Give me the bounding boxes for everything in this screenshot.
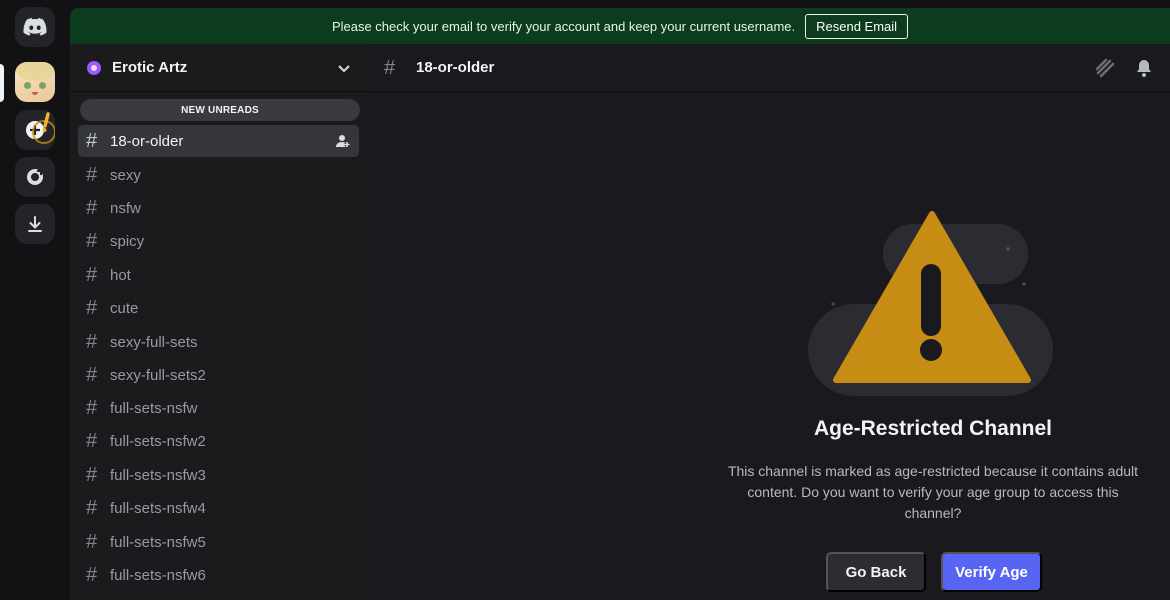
bell-icon[interactable] — [1134, 58, 1154, 78]
channel-label: hot — [110, 266, 131, 284]
server-avatar-erotic-artz[interactable] — [15, 62, 55, 102]
verify-email-banner: Please check your email to verify your a… — [70, 8, 1170, 44]
channel-label: spicy — [110, 232, 145, 250]
channel-hot[interactable]: # hot — [78, 259, 359, 291]
channel-title: 18-or-older — [416, 59, 495, 76]
banner-message: Please check your email to verify your a… — [331, 18, 796, 34]
hash-icon: # — [86, 364, 98, 386]
channel-nsfw[interactable]: # nsfw — [78, 192, 359, 224]
channel-label: cute — [110, 299, 139, 317]
hash-icon: # — [384, 56, 396, 79]
channel-sexy-full-sets[interactable]: # sexy-full-sets — [78, 326, 359, 358]
channel-full-sets-nsfw3[interactable]: # full-sets-nsfw3 — [78, 459, 359, 491]
channel-label: 18-or-older — [110, 132, 184, 150]
verify-age-button[interactable]: Verify Age — [941, 552, 1042, 592]
channel-spicy[interactable]: # spicy — [78, 225, 359, 257]
hash-icon: # — [86, 464, 98, 486]
hash-icon: # — [86, 130, 98, 152]
selected-server-pill — [0, 64, 4, 102]
hash-icon: # — [86, 197, 98, 219]
hash-icon: # — [86, 430, 98, 452]
age-restricted-description: This channel is marked as age-restricted… — [727, 463, 1139, 521]
channel-full-sets-nsfw5[interactable]: # full-sets-nsfw5 — [78, 526, 359, 558]
new-unreads-pill[interactable]: NEW UNREADS — [80, 99, 360, 121]
channel-label: sexy-full-sets — [110, 333, 198, 351]
channel-label: full-sets-nsfw4 — [110, 499, 206, 517]
explore-icon — [27, 169, 43, 185]
channel-header: # 18-or-older — [368, 44, 1170, 92]
age-restricted-title: Age-Restricted Channel — [813, 417, 1053, 440]
channel-sexy-full-sets2[interactable]: # sexy-full-sets2 — [78, 359, 359, 391]
discord-logo-icon — [23, 18, 47, 36]
explore-button[interactable] — [15, 157, 55, 197]
channel-label: sexy — [110, 166, 141, 184]
warning-illustration — [808, 211, 1053, 396]
server-boost-icon — [87, 60, 101, 75]
channel-label: full-sets-nsfw2 — [110, 432, 206, 450]
hash-icon: # — [86, 297, 98, 319]
discord-home-button[interactable] — [15, 7, 55, 47]
hash-icon: # — [86, 331, 98, 353]
add-server-icon — [26, 112, 55, 144]
channel-label: full-sets-nsfw5 — [110, 533, 206, 551]
channel-label: nsfw — [110, 199, 141, 217]
add-server-button[interactable] — [15, 110, 55, 150]
channel-label: sexy-full-sets2 — [110, 366, 206, 384]
resend-email-button[interactable]: Resend Email — [805, 13, 909, 39]
channel-sexy[interactable]: # sexy — [78, 159, 359, 191]
main-content: # 18-or-older Age-Restricted Channel Thi… — [368, 44, 1170, 600]
channel-full-sets-nsfw6[interactable]: # full-sets-nsfw6 — [78, 559, 359, 591]
download-icon — [28, 216, 42, 232]
go-back-button[interactable]: Go Back — [826, 552, 926, 592]
channel-label: full-sets-nsfw — [110, 399, 198, 417]
hash-icon: # — [86, 564, 98, 586]
server-header[interactable]: Erotic Artz — [70, 44, 368, 92]
hash-icon: # — [86, 397, 98, 419]
hash-icon: # — [86, 264, 98, 286]
channel-label: full-sets-nsfw6 — [110, 566, 206, 584]
hash-icon: # — [86, 497, 98, 519]
channel-full-sets-nsfw[interactable]: # full-sets-nsfw — [78, 392, 359, 424]
hash-icon: # — [86, 230, 98, 252]
channel-cute[interactable]: # cute — [78, 292, 359, 324]
threads-icon[interactable] — [1094, 57, 1116, 79]
server-rail — [0, 0, 70, 600]
hash-icon: # — [86, 164, 98, 186]
chevron-down-icon — [338, 64, 350, 72]
channel-label: full-sets-nsfw3 — [110, 466, 206, 484]
download-apps-button[interactable] — [15, 204, 55, 244]
channel-full-sets-nsfw4[interactable]: # full-sets-nsfw4 — [78, 492, 359, 524]
add-member-icon[interactable] — [335, 133, 351, 149]
server-name: Erotic Artz — [112, 59, 188, 76]
hash-icon: # — [86, 531, 98, 553]
channel-18-or-older[interactable]: # 18-or-older — [78, 125, 359, 157]
channel-full-sets-nsfw2[interactable]: # full-sets-nsfw2 — [78, 425, 359, 457]
channel-sidebar: Erotic Artz NEW UNREADS # 18-or-older # … — [70, 44, 368, 600]
